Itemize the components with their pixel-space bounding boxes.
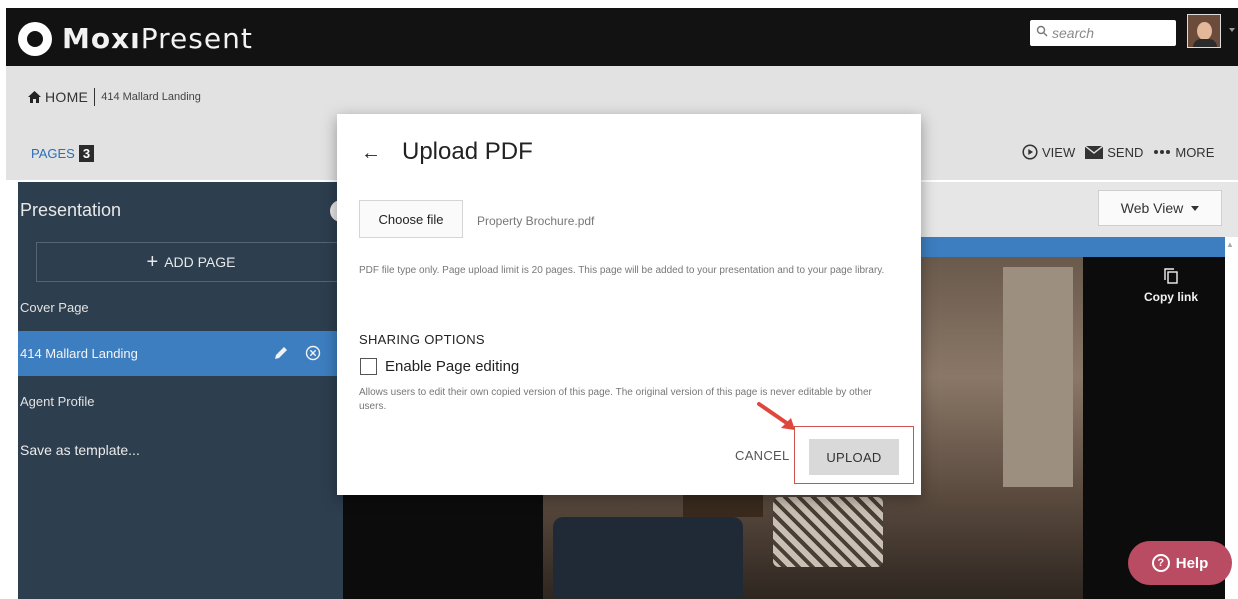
scroll-up-arrow[interactable]: ▲: [1226, 240, 1234, 252]
brand-logo[interactable]: MoxıPresent: [62, 22, 253, 55]
search-icon: [1036, 25, 1048, 37]
breadcrumb: HOME 414 Mallard Landing: [28, 88, 201, 106]
upload-pdf-dialog: ← Upload PDF Choose file Property Brochu…: [337, 114, 921, 495]
breadcrumb-current: 414 Mallard Landing: [101, 91, 201, 103]
add-page-button[interactable]: + ADD PAGE: [36, 242, 346, 282]
help-label: Help: [1175, 554, 1209, 572]
breadcrumb-divider: [94, 88, 96, 106]
question-icon: ?: [1151, 554, 1170, 572]
chevron-down-icon[interactable]: [1229, 28, 1235, 32]
pages-count-badge: 3: [78, 145, 95, 162]
more-button[interactable]: MORE: [1153, 145, 1214, 160]
more-label: MORE: [1175, 144, 1215, 160]
dialog-title: Upload PDF: [402, 138, 533, 165]
sidebar-title: Presentation: [20, 200, 122, 220]
remove-circle-icon[interactable]: [305, 345, 321, 361]
app-root: MoxıPresent HOME 414 Mallard Landing PAG…: [0, 0, 1238, 599]
photo-sofa: [553, 517, 743, 597]
view-label: VIEW: [1042, 144, 1076, 160]
back-arrow-icon[interactable]: ←: [361, 142, 381, 165]
editing-help-text: Allows users to edit their own copied ve…: [359, 387, 872, 412]
pencil-icon[interactable]: [273, 345, 289, 361]
add-page-label: ADD PAGE: [164, 254, 236, 270]
copy-link-button[interactable]: Copy link: [1136, 268, 1206, 304]
action-bar: VIEW SEND MORE: [1022, 144, 1220, 160]
sidebar-item-label: Cover Page: [20, 300, 89, 315]
cancel-button[interactable]: CANCEL: [735, 448, 790, 463]
save-template-label: Save as template...: [20, 441, 140, 458]
send-button[interactable]: SEND: [1085, 145, 1143, 160]
ellipsis-icon: [1154, 150, 1171, 154]
envelope-icon: [1085, 145, 1104, 159]
copy-link-label: Copy link: [1143, 290, 1198, 304]
file-type-hint: PDF file type only. Page upload limit is…: [359, 265, 885, 276]
pages-counter[interactable]: PAGES 3: [31, 145, 95, 162]
enable-page-editing-label[interactable]: Enable Page editing: [385, 358, 519, 375]
upload-button[interactable]: UPLOAD: [809, 439, 899, 475]
sidebar: Presentation + ADD PAGE Cover Page 414 M…: [18, 182, 346, 599]
web-view-label: Web View: [1120, 200, 1184, 216]
sidebar-item-agent-profile[interactable]: Agent Profile: [18, 379, 343, 424]
brand-light: Present: [140, 22, 253, 55]
view-button[interactable]: VIEW: [1022, 144, 1075, 160]
sidebar-item-label: Agent Profile: [20, 394, 95, 409]
selected-file-name: Property Brochure.pdf: [477, 214, 595, 228]
breadcrumb-home[interactable]: HOME: [45, 89, 88, 105]
photo-window-right: [1003, 267, 1073, 487]
sharing-options-heading: SHARING OPTIONS: [359, 332, 485, 347]
brand-bold: Moxı: [62, 22, 141, 55]
enable-page-editing-checkbox[interactable]: [360, 358, 377, 375]
caret-down-icon: [1191, 205, 1200, 211]
avatar[interactable]: [1187, 14, 1221, 48]
sidebar-item-cover-page[interactable]: Cover Page: [18, 285, 343, 330]
pages-label: PAGES: [31, 146, 75, 161]
logo-icon: [18, 22, 52, 56]
sidebar-item-label: 414 Mallard Landing: [20, 346, 138, 361]
choose-file-button[interactable]: Choose file: [359, 200, 463, 238]
plus-icon: +: [146, 251, 159, 273]
avatar-body: [1193, 39, 1217, 47]
help-button[interactable]: ? Help: [1128, 541, 1232, 585]
search-box[interactable]: [1030, 20, 1176, 46]
photo-chair: [773, 497, 883, 567]
search-input[interactable]: [1052, 23, 1170, 43]
copy-icon: [1164, 268, 1178, 284]
avatar-face: [1197, 22, 1212, 40]
send-label: SEND: [1107, 144, 1144, 160]
sidebar-item-414-mallard-landing[interactable]: 414 Mallard Landing: [18, 331, 343, 376]
web-view-select[interactable]: Web View: [1098, 190, 1222, 226]
save-as-template-link[interactable]: Save as template...: [18, 427, 343, 472]
play-circle-icon: [1022, 144, 1038, 160]
home-icon[interactable]: [28, 91, 41, 103]
